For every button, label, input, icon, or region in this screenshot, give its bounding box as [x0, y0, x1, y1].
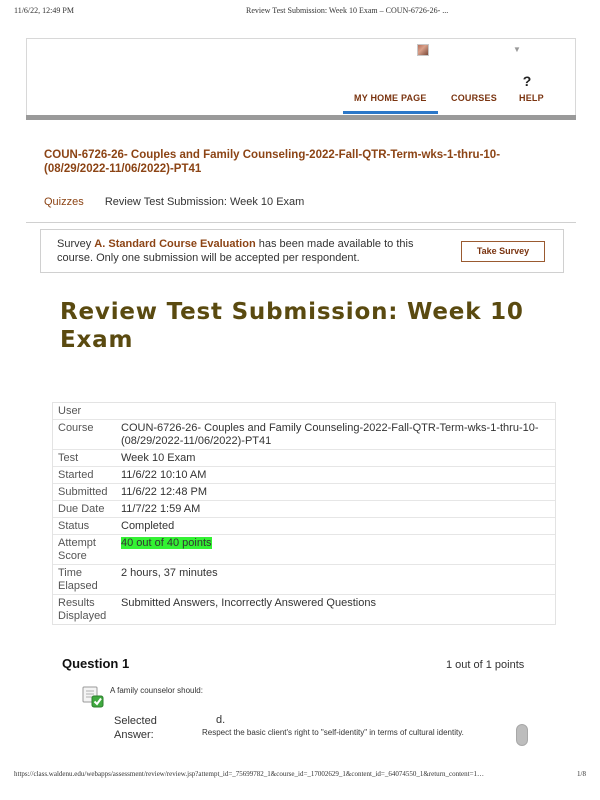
detail-row-user: User: [53, 403, 555, 420]
detail-row-results-displayed: Results Displayed Submitted Answers, Inc…: [53, 595, 555, 624]
detail-label: Started: [58, 469, 94, 481]
detail-value: 2 hours, 37 minutes: [121, 567, 218, 579]
survey-prefix: Survey: [57, 238, 95, 250]
score-highlight: 40 out of 40 points: [121, 537, 212, 549]
detail-label: Status: [58, 520, 90, 532]
print-date: 11/6/22, 12:49 PM: [14, 6, 74, 15]
correct-check-icon: [82, 686, 104, 708]
nav-help[interactable]: HELP: [519, 93, 544, 103]
detail-row-attempt-score: Attempt Score 40 out of 40 points: [53, 535, 555, 565]
detail-value: Submitted Answers, Incorrectly Answered …: [121, 597, 376, 609]
detail-row-started: Started 11/6/22 10:10 AM: [53, 467, 555, 484]
question-text: A family counselor should:: [110, 686, 203, 695]
detail-value: COUN-6726-26- Couples and Family Counsel…: [121, 422, 539, 447]
selected-answer-label: Selected Answer:: [114, 715, 157, 741]
detail-value: 11/7/22 1:59 AM: [121, 503, 201, 515]
chevron-down-icon[interactable]: ▼: [513, 45, 521, 54]
page-number: 1/8: [577, 770, 586, 778]
detail-row-time-elapsed: Time Elapsed 2 hours, 37 minutes: [53, 565, 555, 595]
answer-letter: d.: [216, 714, 226, 726]
detail-row-submitted: Submitted 11/6/22 12:48 PM: [53, 484, 555, 501]
detail-value: Week 10 Exam: [121, 452, 196, 464]
breadcrumb: Quizzes Review Test Submission: Week 10 …: [44, 196, 304, 208]
detail-label: Time Elapsed: [58, 567, 98, 592]
breadcrumb-divider: [26, 222, 576, 223]
detail-label: Submitted: [58, 486, 108, 498]
header-divider: [26, 115, 576, 120]
scroll-thumb[interactable]: [516, 724, 528, 746]
avatar[interactable]: [417, 44, 429, 56]
page-title: Review Test Submission: Week 10 Exam: [60, 299, 524, 353]
detail-label: User: [58, 405, 82, 417]
detail-row-status: Status Completed: [53, 518, 555, 535]
help-icon[interactable]: ?: [520, 73, 534, 89]
breadcrumb-current: Review Test Submission: Week 10 Exam: [104, 196, 305, 208]
print-title: Review Test Submission: Week 10 Exam – C…: [246, 6, 449, 15]
detail-value: [117, 403, 555, 419]
print-url: https://class.waldenu.edu/webapps/assess…: [14, 770, 485, 778]
course-title[interactable]: COUN-6726-26- Couples and Family Counsel…: [44, 148, 554, 176]
detail-label: Results Displayed: [58, 597, 107, 622]
breadcrumb-quizzes[interactable]: Quizzes: [44, 196, 84, 208]
detail-label: Course: [58, 422, 94, 434]
print-footer: https://class.waldenu.edu/webapps/assess…: [14, 770, 586, 782]
detail-label: Due Date: [58, 503, 105, 515]
print-header: 11/6/22, 12:49 PM Review Test Submission…: [14, 6, 586, 18]
detail-value: 11/6/22 12:48 PM: [121, 486, 208, 498]
nav-my-home-page[interactable]: MY HOME PAGE: [354, 93, 427, 103]
active-tab-indicator: [343, 111, 438, 114]
nav-courses[interactable]: COURSES: [451, 93, 497, 103]
detail-label: Attempt Score: [58, 537, 96, 562]
question-title: Question 1: [62, 656, 130, 671]
take-survey-button[interactable]: Take Survey: [461, 241, 545, 262]
question-points: 1 out of 1 points: [446, 659, 525, 671]
submission-details-table: User Course COUN-6726-26- Couples and Fa…: [52, 402, 556, 625]
detail-row-due-date: Due Date 11/7/22 1:59 AM: [53, 501, 555, 518]
detail-value: Completed: [121, 520, 175, 532]
detail-row-course: Course COUN-6726-26- Couples and Family …: [53, 420, 555, 450]
survey-notice: Survey A. Standard Course Evaluation has…: [40, 229, 564, 273]
survey-link[interactable]: A. Standard Course Evaluation: [94, 238, 255, 250]
detail-row-test: Test Week 10 Exam: [53, 450, 555, 467]
survey-message: Survey A. Standard Course Evaluation has…: [57, 237, 437, 265]
detail-value: 11/6/22 10:10 AM: [121, 469, 207, 481]
answer-text: Respect the basic client's right to "sel…: [202, 728, 464, 737]
detail-label: Test: [58, 452, 79, 464]
top-navigation-bar: ▼ ? MY HOME PAGE COURSES HELP: [26, 38, 576, 116]
detail-value: 40 out of 40 points: [117, 535, 555, 564]
